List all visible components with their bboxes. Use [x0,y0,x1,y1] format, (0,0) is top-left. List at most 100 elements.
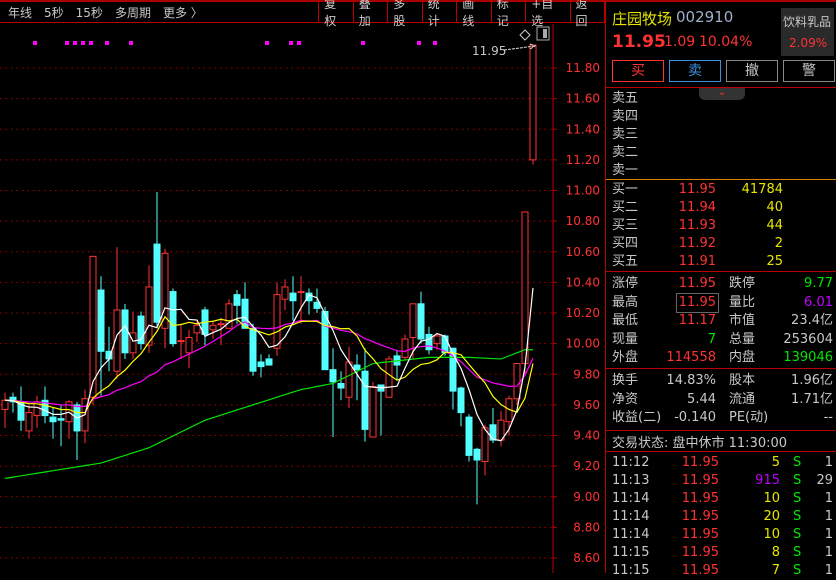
candle [305,288,313,315]
tick-volume: 7 [771,563,780,578]
toolbar-button[interactable]: 返回 [571,0,606,28]
period-option[interactable]: 年线 [8,4,32,21]
stat-label: 最低 [612,313,639,328]
period-option[interactable]: 5秒 [44,4,64,21]
tick-volume: 20 [763,509,780,524]
candlestick-chart[interactable]: 11.80 11.60 11.40 11.20 11.00 10.80 10.60 10.40… [0,0,605,573]
candle-body [233,294,241,306]
candle [393,349,401,381]
candle [361,348,369,442]
event-marker[interactable] [289,41,293,45]
event-marker[interactable] [361,41,365,45]
fundamental-value: -- [823,410,833,425]
stat-label: 涨停 [612,276,639,291]
candle [17,386,25,431]
tick-side: S [793,509,802,524]
bid-volume: 2 [774,236,783,251]
tick-volume: 915 [755,473,780,488]
fundamental-value: 14.83% [666,373,716,388]
candle-body [121,309,129,354]
candle-body [49,416,57,423]
stock-name: 庄园牧场 [612,10,673,28]
toolbar-button[interactable]: 标记 [492,0,527,28]
bid-row[interactable]: 买一 11.95 41784 [606,181,836,199]
event-marker[interactable] [81,41,85,45]
tick-volume: 5 [771,455,780,470]
bid-row[interactable]: 买四 11.92 2 [606,235,836,253]
candle [97,276,105,396]
event-marker[interactable] [65,41,69,45]
candle [121,303,129,359]
period-option[interactable]: 更多 〉 [163,4,203,21]
event-marker[interactable] [105,41,109,45]
candle [25,404,33,439]
buy-button[interactable]: 买 [612,60,664,82]
event-marker[interactable] [433,41,437,45]
stat-label: 最高 [612,294,639,310]
period-option[interactable]: 多周期 [115,4,151,21]
stat-value: 11.17 [678,313,716,328]
candle [177,323,185,359]
event-marker[interactable] [33,41,37,45]
bid-row[interactable]: 买二 11.94 40 [606,199,836,217]
bid-volume: 40 [766,200,783,215]
stat-row: 最低 11.17 市值 23.4亿 [606,312,836,330]
candle-body [273,294,281,349]
event-marker[interactable] [297,41,301,45]
sell-button[interactable]: 卖 [669,60,721,82]
event-marker[interactable] [265,41,269,45]
event-marker[interactable] [417,41,421,45]
diamond-icon[interactable] [519,29,531,41]
candle-body [257,361,265,368]
event-marker[interactable] [73,41,77,45]
toolbar-button[interactable]: 叠加 [354,0,389,28]
alert-button[interactable]: 警 [783,60,835,82]
y-tick-label: 11.40 [566,122,600,136]
fundamental-value: -0.140 [674,410,716,425]
ask-label: 卖四 [612,109,639,124]
period-option[interactable]: 15秒 [76,4,103,21]
candle-body [329,369,337,383]
toolbar-button[interactable]: 复权 [319,0,354,28]
tick-price: 11.95 [681,455,719,470]
stat-value: 6.01 [804,294,833,310]
tick-volume: 10 [763,491,780,506]
bid-price: 11.92 [678,236,716,251]
tick-volume: 8 [771,545,780,560]
candle [129,311,137,359]
quote-panel: 庄园牧场 002910 饮料乳品 2.09% 11.95 1.09 10.04%… [605,2,836,578]
candle [209,320,217,340]
candle-body [433,335,441,345]
candle-body [513,363,521,400]
bid-label: 买三 [612,218,639,233]
y-tick-label: 10.40 [566,275,600,289]
tick-count: 1 [824,455,833,470]
event-marker[interactable] [129,41,133,45]
candle-body [361,370,369,430]
candle-body [177,340,185,343]
sector-box[interactable]: 饮料乳品 2.09% [781,8,834,56]
candle-body [57,418,65,421]
candle [457,386,465,427]
toolbar-button[interactable]: 统计 [423,0,458,28]
toolbar-button[interactable]: 多股 [388,0,423,28]
candle [425,326,433,355]
y-tick-label: 10.80 [566,214,600,228]
bid-row[interactable]: 买五 11.91 25 [606,253,836,271]
divider [606,451,836,452]
candle [377,384,385,436]
candle [113,247,121,379]
bid-row[interactable]: 买三 11.93 44 [606,217,836,235]
divider [606,430,836,431]
candle [337,371,345,401]
y-tick-label: 10.20 [566,306,600,320]
cancel-button[interactable]: 撤 [726,60,778,82]
toolbar-button[interactable]: 画线 [457,0,492,28]
y-tick-label: 11.60 [566,92,600,106]
tick-time: 11:12 [612,455,650,470]
toolbar-button[interactable]: +自选 [526,0,571,28]
event-marker[interactable] [89,41,93,45]
candle-body [481,427,489,463]
fundamental-value: 1.96亿 [791,373,833,388]
tick-time: 11:15 [612,545,650,560]
